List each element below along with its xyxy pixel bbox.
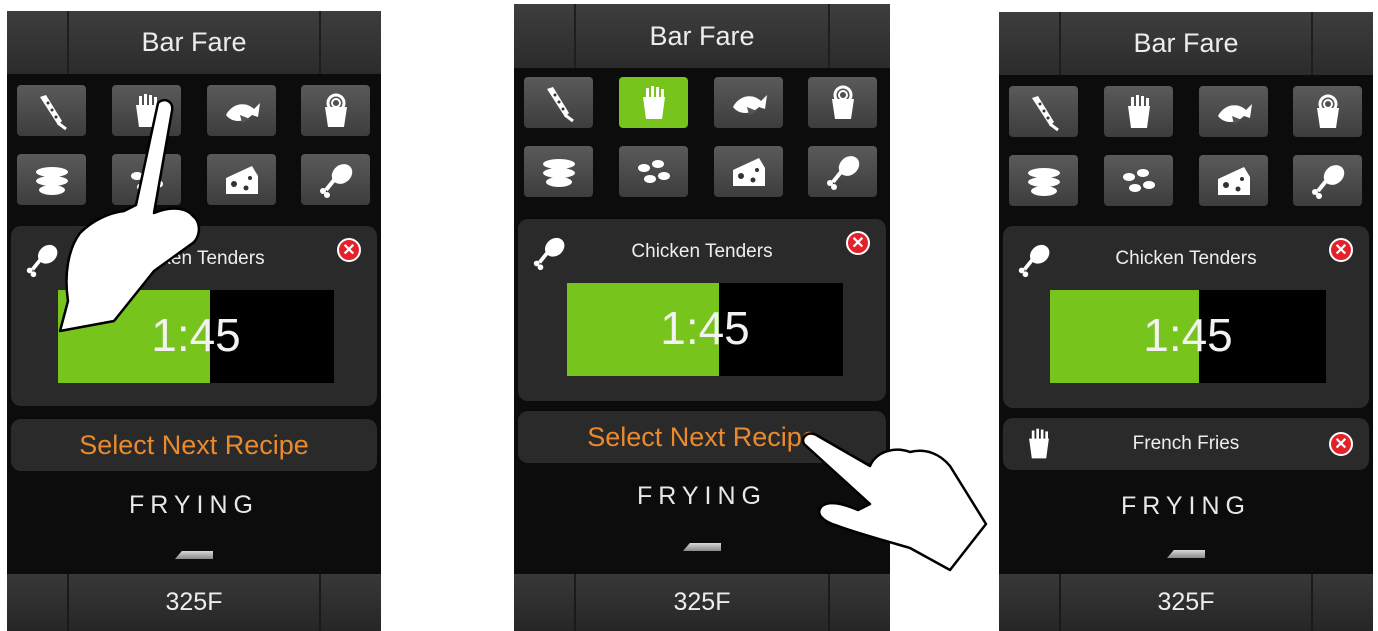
tile-corn-dog[interactable] xyxy=(524,77,593,128)
active-recipe-card: Chicken Tenders ✕ 1:45 xyxy=(1003,226,1369,408)
tile-corn-dog[interactable] xyxy=(17,85,86,136)
corn-dog-icon xyxy=(1024,92,1064,132)
tile-french-fries-selected[interactable] xyxy=(619,77,688,128)
fish-icon xyxy=(729,83,769,123)
tile-chicken[interactable] xyxy=(808,146,877,197)
header-title: Bar Fare xyxy=(7,11,381,74)
basket-icon xyxy=(1167,550,1205,558)
tile-onion-rings[interactable] xyxy=(1293,86,1362,137)
mozzarella-bites-icon xyxy=(634,152,674,192)
cheese-wedge-icon xyxy=(1214,161,1254,201)
tile-onion-rings[interactable] xyxy=(301,85,370,136)
cheese-wedge-icon xyxy=(729,152,769,192)
mozzarella-bites-icon xyxy=(1119,161,1159,201)
select-next-recipe-button[interactable]: Select Next Recipe xyxy=(11,419,377,471)
screen-panel-2: Bar Fare Chicken Tenders ✕ 1:45 Select N… xyxy=(514,4,890,631)
tile-mozzarella-bites[interactable] xyxy=(1104,155,1173,206)
french-fries-icon xyxy=(127,91,167,131)
status-text: FRYING xyxy=(637,482,767,510)
status-text: FRYING xyxy=(129,491,259,519)
cook-timer: 1:45 xyxy=(567,283,843,376)
recipe-name: Chicken Tenders xyxy=(631,241,773,262)
temperature-display[interactable]: 325F xyxy=(999,574,1373,631)
cancel-recipe-button[interactable]: ✕ xyxy=(846,231,870,255)
active-recipe-card: Chicken Tenders ✕ 1:45 xyxy=(11,226,377,406)
cancel-queued-recipe-button[interactable]: ✕ xyxy=(1329,432,1353,456)
timer-readout: 1:45 xyxy=(1143,309,1233,361)
select-next-recipe-button[interactable]: Select Next Recipe xyxy=(518,411,886,463)
cheese-wedge-icon xyxy=(222,160,262,200)
temperature-display[interactable]: 325F xyxy=(514,574,890,631)
tile-onion-petals[interactable] xyxy=(17,154,86,205)
fish-icon xyxy=(222,91,262,131)
chicken-drumstick-icon xyxy=(316,160,356,200)
fish-icon xyxy=(1214,92,1254,132)
tile-chicken[interactable] xyxy=(301,154,370,205)
tile-cheese[interactable] xyxy=(714,146,783,197)
onion-rings-icon xyxy=(316,91,356,131)
recipe-name: Chicken Tenders xyxy=(123,248,265,269)
corn-dog-icon xyxy=(539,83,579,123)
french-fries-icon xyxy=(634,83,674,123)
queued-recipe-name: French Fries xyxy=(1132,433,1240,454)
tile-onion-petals[interactable] xyxy=(524,146,593,197)
tile-fish[interactable] xyxy=(714,77,783,128)
onion-rings-icon xyxy=(823,83,863,123)
cook-timer: 1:45 xyxy=(1050,290,1326,383)
active-recipe-card: Chicken Tenders ✕ 1:45 xyxy=(518,219,886,401)
onion-petals-icon xyxy=(1024,161,1064,201)
corn-dog-icon xyxy=(32,91,72,131)
cook-timer: 1:45 xyxy=(58,290,334,383)
french-fries-icon xyxy=(1119,92,1159,132)
tile-chicken[interactable] xyxy=(1293,155,1362,206)
header-title: Bar Fare xyxy=(999,12,1373,75)
timer-readout: 1:45 xyxy=(151,309,241,361)
tile-mozzarella-bites[interactable] xyxy=(112,154,181,205)
tile-cheese[interactable] xyxy=(1199,155,1268,206)
tile-fish[interactable] xyxy=(1199,86,1268,137)
tile-mozzarella-bites[interactable] xyxy=(619,146,688,197)
onion-petals-icon xyxy=(32,160,72,200)
tile-fish[interactable] xyxy=(207,85,276,136)
cancel-recipe-button[interactable]: ✕ xyxy=(1329,238,1353,262)
onion-petals-icon xyxy=(539,152,579,192)
tile-cheese[interactable] xyxy=(207,154,276,205)
header-title: Bar Fare xyxy=(514,4,890,68)
basket-icon xyxy=(683,543,721,551)
tile-corn-dog[interactable] xyxy=(1009,86,1078,137)
onion-rings-icon xyxy=(1308,92,1348,132)
temperature-display[interactable]: 325F xyxy=(7,574,381,631)
french-fries-icon xyxy=(1021,426,1057,462)
timer-readout: 1:45 xyxy=(660,302,750,354)
chicken-drumstick-icon xyxy=(823,152,863,192)
cancel-recipe-button[interactable]: ✕ xyxy=(337,238,361,262)
tile-french-fries[interactable] xyxy=(112,85,181,136)
basket-icon xyxy=(175,551,213,559)
tile-onion-petals[interactable] xyxy=(1009,155,1078,206)
tile-french-fries[interactable] xyxy=(1104,86,1173,137)
mozzarella-bites-icon xyxy=(127,160,167,200)
screen-panel-1: Bar Fare Chicken Tenders ✕ 1:45 Select N… xyxy=(7,11,381,631)
screen-panel-3: Bar Fare Chicken Tenders ✕ 1:45 French F… xyxy=(999,12,1373,631)
recipe-name: Chicken Tenders xyxy=(1115,248,1257,269)
status-text: FRYING xyxy=(1121,492,1251,520)
queued-recipe-card[interactable]: French Fries ✕ xyxy=(1003,418,1369,470)
chicken-drumstick-icon xyxy=(1308,161,1348,201)
tile-onion-rings[interactable] xyxy=(808,77,877,128)
